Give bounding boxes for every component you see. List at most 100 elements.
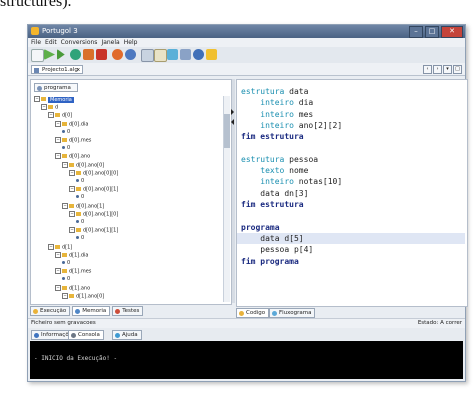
folder-icon [62, 285, 67, 290]
tab-close-icon[interactable]: x [77, 66, 80, 75]
collapse-toggle-icon[interactable]: − [55, 120, 61, 127]
tab-fluxograma[interactable]: Fluxograma [269, 308, 316, 318]
collapse-toggle-icon[interactable]: − [69, 169, 75, 176]
tree-node[interactable]: 0 [76, 178, 84, 185]
tab-programa-label: programa [44, 85, 71, 91]
tree-node[interactable]: − d[0].ano[0][0] [69, 169, 118, 177]
tab-consola[interactable]: Consola [68, 330, 104, 340]
tab-projecto1[interactable]: Projecto1.alg x [31, 65, 83, 74]
collapse-arrow-icon[interactable] [231, 109, 234, 115]
tree-node[interactable]: − Memoria [34, 96, 74, 103]
collapse-toggle-icon[interactable]: − [69, 227, 75, 234]
tree-node[interactable]: − d[1].mes [55, 268, 91, 275]
collapse-toggle-icon[interactable]: − [55, 284, 61, 291]
tree-node[interactable]: − d [41, 104, 58, 111]
collapse-toggle-icon[interactable]: − [69, 186, 75, 193]
menu-conversions[interactable]: Conversions [61, 38, 98, 47]
people-icon[interactable] [206, 49, 217, 60]
minimize-button[interactable]: – [409, 26, 423, 38]
tab-next-button[interactable]: › [433, 65, 442, 74]
flowchart-icon[interactable] [167, 49, 178, 60]
collapse-toggle-icon[interactable]: − [62, 292, 68, 299]
collapse-toggle-icon[interactable]: − [69, 210, 75, 217]
folder-icon [69, 293, 74, 298]
tab-memoria[interactable]: Memoria [72, 306, 111, 316]
tree-node[interactable]: − d[0].ano[0][1] [69, 186, 118, 193]
collapse-toggle-icon[interactable]: − [48, 112, 54, 119]
tree-node[interactable]: − d[0].mes [55, 137, 91, 144]
tab-codigo[interactable]: Codigo [236, 308, 270, 318]
code-token: fim estrutura [241, 132, 304, 142]
expand-arrow-icon[interactable] [231, 119, 234, 125]
tree-node[interactable]: − d[0].dia [55, 120, 88, 128]
undo-icon[interactable] [112, 49, 123, 60]
tree-node[interactable]: − d[0].ano[1][0] [69, 210, 118, 218]
collapse-toggle-icon[interactable]: − [55, 268, 61, 275]
tree-node[interactable]: − d[0] [48, 112, 72, 119]
tree-node-label: 0 [67, 128, 71, 135]
help-icon[interactable] [193, 49, 204, 60]
new-file-icon[interactable] [31, 49, 44, 62]
code-editor[interactable]: estrutura data inteiro dia inteiro mes i… [236, 79, 468, 307]
collapse-toggle-icon[interactable]: − [62, 161, 68, 168]
tree-node-label: d[0].ano [69, 153, 91, 160]
menu-janela[interactable]: Janela [101, 38, 119, 47]
collapse-toggle-icon[interactable]: − [41, 104, 47, 111]
tree-node[interactable]: − d[1].ano [55, 284, 90, 292]
step-icon[interactable] [57, 49, 65, 60]
redo-icon[interactable] [125, 49, 136, 60]
tree-node[interactable]: − d[0].ano[1][1] [69, 227, 118, 234]
pane-splitter[interactable] [231, 79, 235, 303]
tab-ajuda[interactable]: Ajuda [112, 330, 142, 340]
folder-icon [62, 138, 67, 142]
tree-node[interactable]: 0 [62, 276, 70, 283]
tree-node[interactable]: − d[0].ano[1] [62, 202, 104, 210]
pause-icon[interactable] [83, 49, 94, 60]
tab-execucao[interactable]: Execução [30, 306, 71, 316]
paste-icon[interactable] [154, 49, 167, 62]
tree-node[interactable]: 0 [62, 129, 70, 136]
tab-label: Consola [78, 332, 100, 338]
tree-node[interactable]: − d[1].dia [55, 251, 88, 259]
tree-node-label: 0 [67, 276, 71, 283]
tree-node[interactable]: 0 [76, 235, 84, 242]
tab-prev-button[interactable]: ‹ [423, 65, 432, 74]
console-output[interactable]: - INICIO da Execução! - [30, 341, 463, 379]
tab-programa[interactable]: programa [34, 83, 78, 92]
tree-node[interactable]: 0 [76, 194, 84, 201]
folder-icon [76, 187, 81, 192]
collapse-toggle-icon[interactable]: − [48, 243, 54, 250]
stop-icon[interactable] [96, 49, 107, 60]
scroll-thumb[interactable] [224, 114, 230, 148]
folder-icon [76, 228, 81, 233]
tree-node[interactable]: 0 [62, 260, 70, 267]
file-icon [34, 68, 39, 73]
tab-list-button[interactable]: ▾ [443, 65, 452, 74]
collapse-toggle-icon[interactable]: − [55, 251, 61, 258]
collapse-toggle-icon[interactable]: − [34, 96, 40, 102]
console-line: - INICIO da Execução! - [34, 355, 118, 362]
tree-node[interactable]: − d[0].ano [55, 153, 90, 160]
menu-edit[interactable]: Edit [45, 38, 57, 47]
export-icon[interactable] [180, 49, 191, 60]
run-icon[interactable] [44, 49, 55, 60]
debug-icon[interactable] [70, 49, 81, 60]
tab-testes[interactable]: Testes [112, 306, 144, 316]
tree-node[interactable]: − d[0].ano[0] [62, 161, 104, 169]
tab-label: Testes [122, 308, 140, 314]
tree-node[interactable]: − d[1].ano[0] [62, 292, 104, 300]
collapse-toggle-icon[interactable]: − [55, 153, 61, 160]
copy-icon[interactable] [141, 49, 154, 62]
close-button[interactable]: ✕ [441, 26, 463, 38]
maximize-button[interactable]: □ [425, 26, 439, 38]
menu-file[interactable]: File [31, 38, 41, 47]
collapse-toggle-icon[interactable]: − [55, 137, 61, 143]
tree-node[interactable]: − d[1] [48, 243, 72, 251]
tree-node[interactable]: 0 [76, 219, 84, 226]
menu-help[interactable]: Help [124, 38, 138, 47]
editor-view-tabs: Codigo Fluxograma [236, 308, 466, 318]
tree-scrollbar[interactable] [223, 96, 230, 302]
tab-max-button[interactable]: □ [453, 65, 462, 74]
collapse-toggle-icon[interactable]: − [62, 202, 68, 209]
tree-node[interactable]: 0 [62, 145, 70, 152]
